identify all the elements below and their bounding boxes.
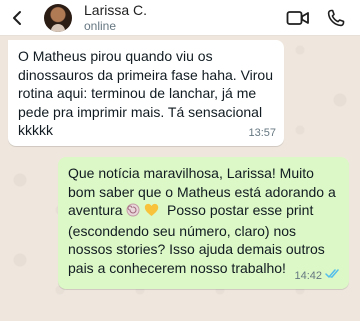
shell-emoji-icon [126,203,140,222]
video-call-icon[interactable] [286,9,310,27]
voice-call-icon[interactable] [326,8,346,28]
incoming-message-text: O Matheus pirou quando viu os dinossauro… [18,48,274,138]
contact-status: online [84,18,117,33]
incoming-message-meta: 13:57 [248,124,276,143]
incoming-message-bubble[interactable]: O Matheus pirou quando viu os dinossauro… [8,40,284,146]
contact-avatar[interactable] [44,3,72,32]
double-check-read-icon [325,267,341,286]
back-arrow-icon[interactable] [2,0,34,36]
contact-name: Larissa C. [84,1,148,18]
yellow-heart-emoji-icon [144,203,159,222]
outgoing-message-time: 14:42 [294,269,322,282]
contact-info[interactable]: Larissa C. online [84,3,147,32]
outgoing-message-meta: 14:42 [294,267,341,286]
outgoing-message-bubble[interactable]: Que notícia maravilhosa, Larissa! Muito … [58,157,349,289]
chat-header: Larissa C. online [0,0,360,36]
incoming-message-time: 13:57 [248,126,276,139]
outgoing-message-text: Que notícia maravilhosa, Larissa! Muito … [68,165,336,276]
